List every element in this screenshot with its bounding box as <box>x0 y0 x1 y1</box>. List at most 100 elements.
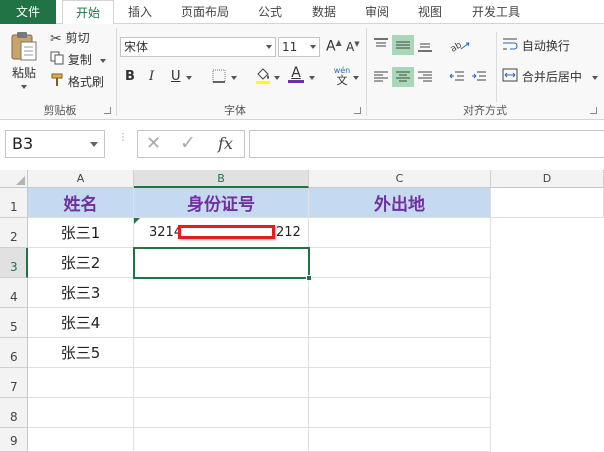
cell-b1[interactable]: 身份证号 <box>134 188 309 218</box>
format-painter-label: 格式刷 <box>67 75 104 89</box>
row-header-5[interactable]: 5 <box>0 308 28 338</box>
paste-button[interactable]: 粘贴 <box>6 30 42 96</box>
cell-c2[interactable] <box>309 218 491 248</box>
row-header-8[interactable]: 8 <box>0 398 28 428</box>
cell-b2[interactable]: 3214 212 <box>134 218 309 248</box>
fill-handle[interactable] <box>306 275 312 281</box>
cell-a8[interactable] <box>28 398 134 428</box>
border-button[interactable] <box>211 68 227 87</box>
grow-font-button[interactable]: A▲ <box>326 38 342 55</box>
cell-b5[interactable] <box>134 308 309 338</box>
cell-b9[interactable] <box>134 428 309 452</box>
cell-c7[interactable] <box>309 368 491 398</box>
clipboard-launcher-icon[interactable] <box>104 107 111 114</box>
bold-button[interactable]: B <box>125 67 135 87</box>
cell-b7[interactable] <box>134 368 309 398</box>
cell-a3[interactable]: 张三2 <box>28 248 134 278</box>
insert-function-button[interactable]: fx <box>218 134 233 153</box>
underline-button[interactable]: U <box>171 67 181 87</box>
enter-icon[interactable]: ✓ <box>180 132 196 154</box>
chevron-down-icon[interactable] <box>309 76 315 80</box>
cell-c5[interactable] <box>309 308 491 338</box>
font-color-glyph: A <box>291 65 301 81</box>
cell-a4[interactable]: 张三3 <box>28 278 134 308</box>
row-header-3[interactable]: 3 <box>0 248 28 278</box>
row-header-1[interactable]: 1 <box>0 188 28 218</box>
cut-button[interactable]: ✂ 剪切 <box>50 28 90 48</box>
cell-a5[interactable]: 张三4 <box>28 308 134 338</box>
cell-c4[interactable] <box>309 278 491 308</box>
chevron-down-icon[interactable] <box>231 76 237 80</box>
align-middle-button[interactable] <box>392 35 414 55</box>
shrink-font-button[interactable]: A▼ <box>346 40 360 54</box>
tab-insert[interactable]: 插入 <box>118 0 162 24</box>
phonetic-button[interactable]: wén 文 <box>331 66 353 86</box>
svg-text:ab: ab <box>449 40 464 52</box>
chevron-down-icon <box>310 45 316 49</box>
column-header-c[interactable]: C <box>309 170 491 188</box>
tab-data[interactable]: 数据 <box>302 0 346 24</box>
font-color-button[interactable]: A <box>288 65 304 83</box>
cell-b4[interactable] <box>134 278 309 308</box>
chevron-down-icon[interactable] <box>274 76 280 80</box>
cell-c8[interactable] <box>309 398 491 428</box>
cell-a1[interactable]: 姓名 <box>28 188 134 218</box>
cell-b8[interactable] <box>134 398 309 428</box>
orientation-button[interactable]: ab <box>446 35 474 55</box>
cell-a7[interactable] <box>28 368 134 398</box>
font-size-dropdown[interactable]: 11 <box>278 37 320 57</box>
merge-center-button[interactable]: 合并后居中 <box>502 67 598 87</box>
active-cell-b3[interactable] <box>133 247 310 279</box>
chevron-down-icon[interactable] <box>186 76 192 80</box>
cell-c6[interactable] <box>309 338 491 368</box>
decrease-indent-button[interactable] <box>446 67 468 87</box>
fill-color-button[interactable] <box>254 66 272 87</box>
align-bottom-button[interactable] <box>414 35 436 55</box>
select-all-corner[interactable] <box>0 170 28 188</box>
row-header-2[interactable]: 2 <box>0 218 28 248</box>
column-header-a[interactable]: A <box>28 170 134 188</box>
cell-a6[interactable]: 张三5 <box>28 338 134 368</box>
cell-c1[interactable]: 外出地 <box>309 188 491 218</box>
formula-input[interactable] <box>249 130 604 158</box>
wrap-text-button[interactable]: 自动换行 <box>502 36 570 56</box>
cell-c3[interactable] <box>309 248 491 278</box>
formula-bar-grip[interactable]: ⋮ <box>118 133 128 143</box>
row-header-9[interactable]: 9 <box>0 428 28 452</box>
cell-d1[interactable] <box>491 188 604 218</box>
tab-page-layout[interactable]: 页面布局 <box>170 0 240 24</box>
name-box[interactable]: B3 <box>5 130 105 158</box>
column-header-d[interactable]: D <box>491 170 604 188</box>
font-launcher-icon[interactable] <box>354 107 361 114</box>
font-name-dropdown[interactable]: 宋体 <box>120 37 276 57</box>
alignment-launcher-icon[interactable] <box>590 107 597 114</box>
chevron-down-icon[interactable] <box>99 58 106 63</box>
cell-a2[interactable]: 张三1 <box>28 218 134 248</box>
cut-label: 剪切 <box>65 31 90 45</box>
increase-indent-button[interactable] <box>468 67 490 87</box>
row-header-7[interactable]: 7 <box>0 368 28 398</box>
cell-b6[interactable] <box>134 338 309 368</box>
copy-button[interactable]: 复制 <box>50 50 106 70</box>
row-header-6[interactable]: 6 <box>0 338 28 368</box>
tab-formulas[interactable]: 公式 <box>248 0 292 24</box>
chevron-down-icon[interactable] <box>353 76 359 80</box>
chevron-down-icon[interactable] <box>591 75 598 80</box>
italic-button[interactable]: I <box>149 67 154 87</box>
tab-home[interactable]: 开始 <box>62 0 114 25</box>
align-left-button[interactable] <box>370 67 392 87</box>
tab-file[interactable]: 文件 <box>0 0 56 24</box>
align-center-button[interactable] <box>392 67 414 87</box>
align-right-icon <box>418 71 432 82</box>
cell-a9[interactable] <box>28 428 134 452</box>
row-header-4[interactable]: 4 <box>0 278 28 308</box>
align-right-button[interactable] <box>414 67 436 87</box>
cancel-icon[interactable]: ✕ <box>146 133 161 154</box>
tab-view[interactable]: 视图 <box>408 0 452 24</box>
tab-developer[interactable]: 开发工具 <box>463 0 529 24</box>
format-painter-button[interactable]: 格式刷 <box>50 72 104 92</box>
align-top-button[interactable] <box>370 35 392 55</box>
column-header-b[interactable]: B <box>134 170 309 188</box>
tab-review[interactable]: 审阅 <box>355 0 399 24</box>
cell-c9[interactable] <box>309 428 491 452</box>
